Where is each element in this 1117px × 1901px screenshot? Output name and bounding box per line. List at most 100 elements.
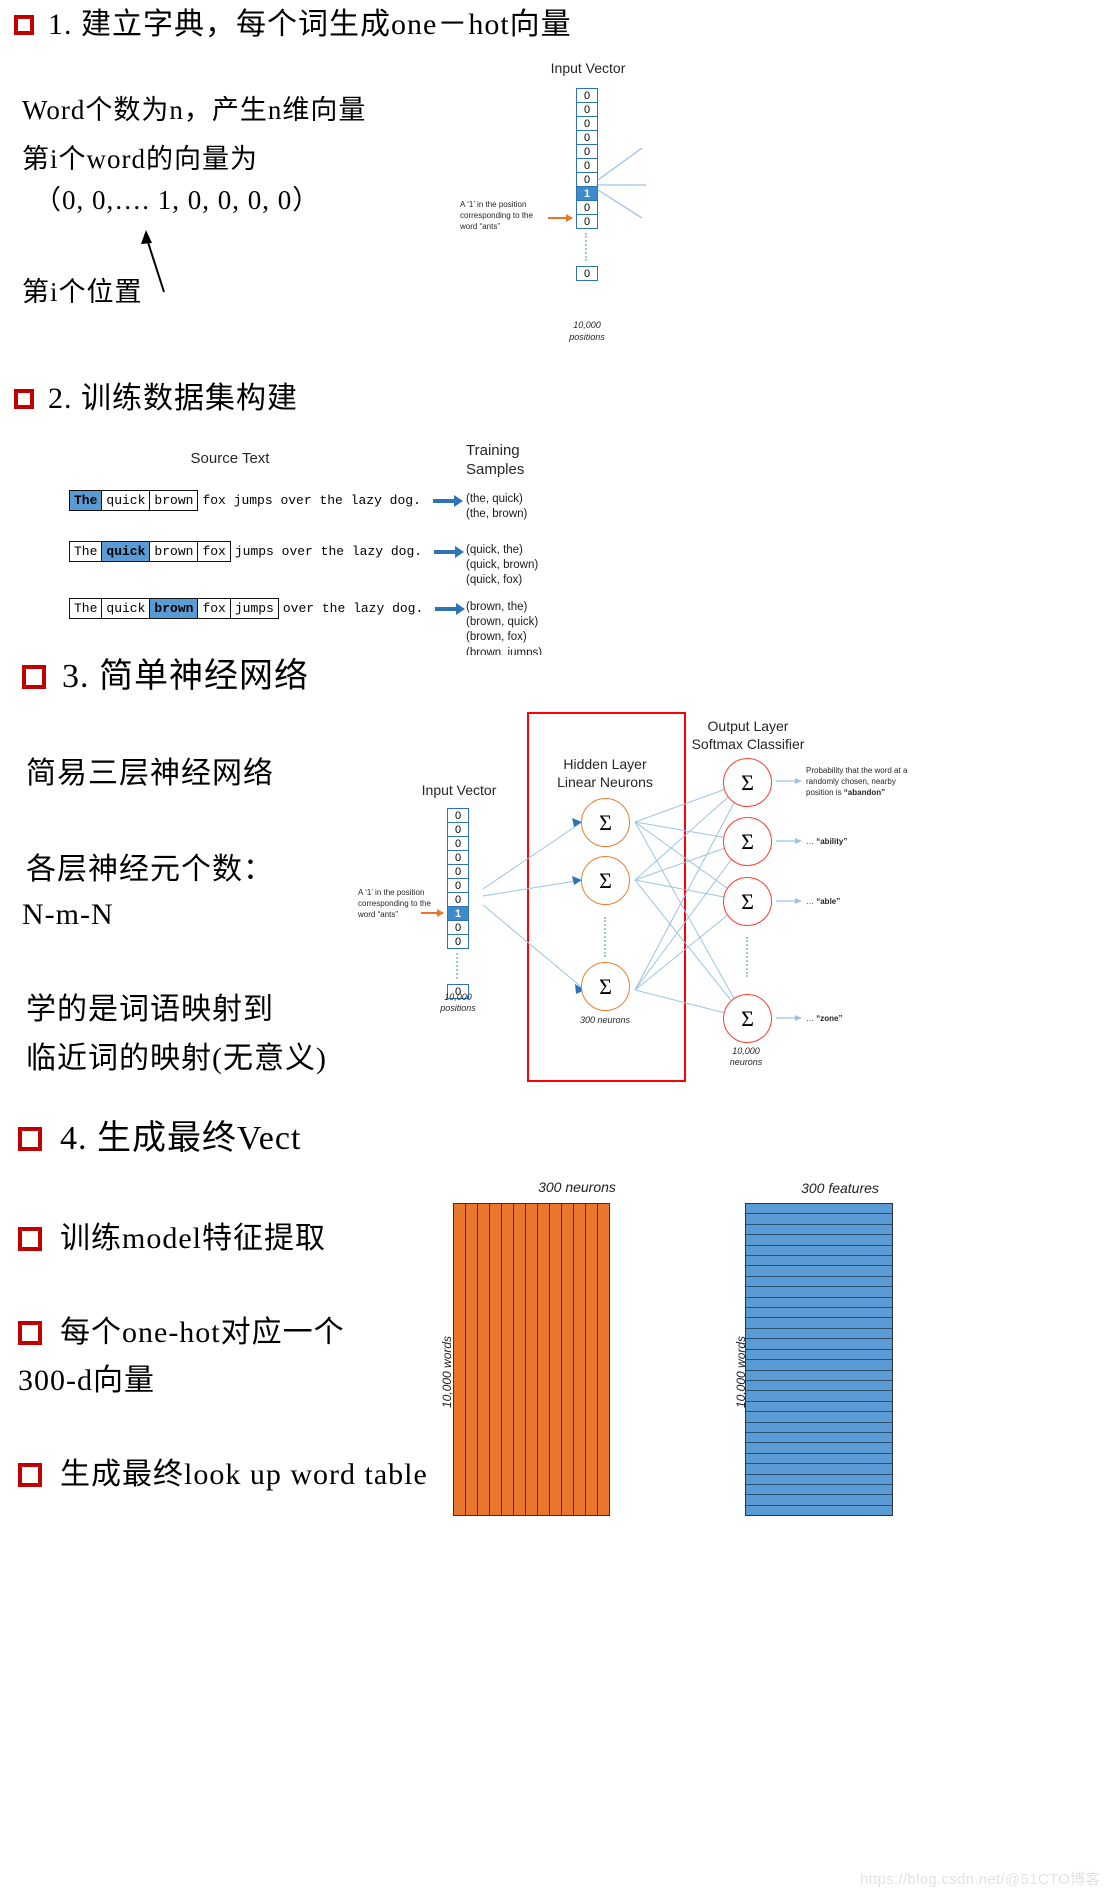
output-label-word: “abandon” [843,787,886,797]
output-neuron: Σ [723,877,772,926]
watermark: https://blog.csdn.net/@51CTO博客 [860,1871,1101,1888]
matrix-stripe [746,1412,892,1423]
matrix-stripe [746,1402,892,1413]
section-4-bullet-row-1: 训练model特征提取 [18,1222,326,1255]
right-matrix [745,1203,893,1516]
training-sample-group: (quick, the) (quick, brown) (quick, fox) [466,543,538,589]
row-arrow-icon [435,602,466,615]
bullet-square-icon [18,1126,42,1151]
row-arrow-icon [434,545,465,558]
source-word-box: The [69,541,103,562]
matrix-stripe [746,1246,892,1257]
source-word-box: brown [149,490,199,511]
source-rest-text: jumps over the lazy dog. [234,544,423,559]
section-2-heading: 2. 训练数据集构建 [48,382,298,415]
hidden-neuron: Σ [581,798,630,847]
matrix-stripe [746,1360,892,1371]
source-word-box: brown [149,541,199,562]
input-vector-ellipsis-icon [585,233,589,261]
matrix-stripe [746,1443,892,1454]
matrix-stripe [746,1256,892,1267]
matrix-stripe [746,1204,892,1215]
matrix-stripe [746,1485,892,1496]
training-sample: (brown, quick) [466,616,539,629]
matrix-stripe [746,1214,892,1225]
matrix-stripe [746,1475,892,1485]
training-sample: (brown, the) [466,601,528,613]
section-1-line-1: Word个数为n，产生n维向量 [22,95,367,125]
matrix-stripe [746,1339,892,1350]
input-vector-callout-line: corresponding to the [460,210,533,220]
network-input-title: Input Vector [421,782,497,798]
matrix-stripe [550,1204,562,1515]
section-3-heading: 3. 简单神经网络 [62,658,309,695]
input-vector-cell: 0 [576,200,598,215]
training-sample: (brown, fox) [466,631,527,644]
section-4-bullet-3: 生成最终look up word table [60,1458,428,1491]
matrix-stripe [746,1506,892,1515]
matrix-stripe [478,1204,490,1515]
training-sample-group: (brown, the) (brown, quick) (brown, fox)… [466,600,542,661]
output-label-text: … [806,837,817,846]
output-label-able: … “able” [806,897,946,908]
hidden-neuron: Σ [581,856,630,905]
matrix-stripe [574,1204,586,1515]
output-label-ability: … “ability” [806,837,946,848]
network-input-cell: 0 [447,850,469,865]
input-vector-tail-cell: 0 [576,266,598,281]
input-vector-cell: 0 [576,102,598,117]
section-1-annotation: 第i个位置 [22,277,143,307]
network-input-cell: 0 [447,920,469,935]
input-vector-cell: 0 [576,158,598,173]
network-input-footer-1: 10,000 [444,992,472,1002]
source-text-row: The quick brown fox jumps over the lazy … [69,490,463,511]
input-vector-callout-line: word “ants” [460,221,501,231]
section-3-heading-row: 3. 简单神经网络 [22,658,309,695]
hidden-layer-title-line: Linear Neurons [557,773,653,790]
training-sample: (the, quick) [466,493,523,505]
matrix-stripe [562,1204,574,1515]
matrix-stripe [746,1423,892,1433]
training-sample: (quick, fox) [466,574,523,587]
matrix-stripe [746,1329,892,1340]
matrix-stripe [746,1277,892,1288]
left-matrix-side-label: 10,000 words [440,1335,454,1408]
network-input-cell: 0 [447,822,469,837]
output-label-word: “zone” [816,1014,843,1023]
section-3-line-1: 简易三层神经网络 [26,757,274,790]
output-layer-ellipsis-icon [746,937,750,977]
input-vector-footer-1: 10,000 [573,320,601,330]
row-arrow-icon [432,494,463,507]
input-vector-cell: 0 [576,116,598,131]
source-word-box: quick [101,598,151,619]
matrix-stripe [746,1298,892,1309]
input-vector-cell: 0 [576,214,598,229]
output-layer-title-line: Output Layer [707,718,789,734]
matrix-stripe [502,1204,514,1515]
input-vector-footer-2: positions [569,332,605,342]
network-input-callout-arrow-icon [421,909,444,917]
bullet-square-icon [18,1462,42,1487]
input-vector-cell: 0 [576,172,598,187]
matrix-stripe [490,1204,502,1515]
network-input-cell: 0 [447,808,469,823]
section-4-heading: 4. 生成最终Vect [60,1120,302,1157]
hidden-layer-title: Hidden Layer Linear Neurons [545,756,665,791]
source-word-box: quick [101,490,151,511]
network-input-callout-line: corresponding to the [358,898,431,908]
output-label-abandon: Probability that the word at a randomly … [806,766,946,798]
output-layer-footer-2: neurons [729,1057,763,1067]
source-word-box: fox [197,541,231,562]
matrix-stripe [454,1204,466,1515]
input-vector-fan-lines-icon [597,147,646,219]
matrix-stripe [746,1433,892,1444]
matrix-stripe [746,1318,892,1329]
hidden-layer-title-line: Hidden Layer [563,756,647,772]
source-rest-text: over the lazy dog. [282,601,424,616]
output-label-text: randomly chosen, nearby [806,776,896,786]
section-4-heading-row: 4. 生成最终Vect [18,1120,301,1157]
hidden-neuron: Σ [581,962,630,1011]
right-matrix-side-label: 10,000 words [734,1335,748,1408]
network-input-cell: 0 [447,934,469,949]
section-1-heading-row: 1. 建立字典，每个词生成one－hot向量 [14,8,572,41]
